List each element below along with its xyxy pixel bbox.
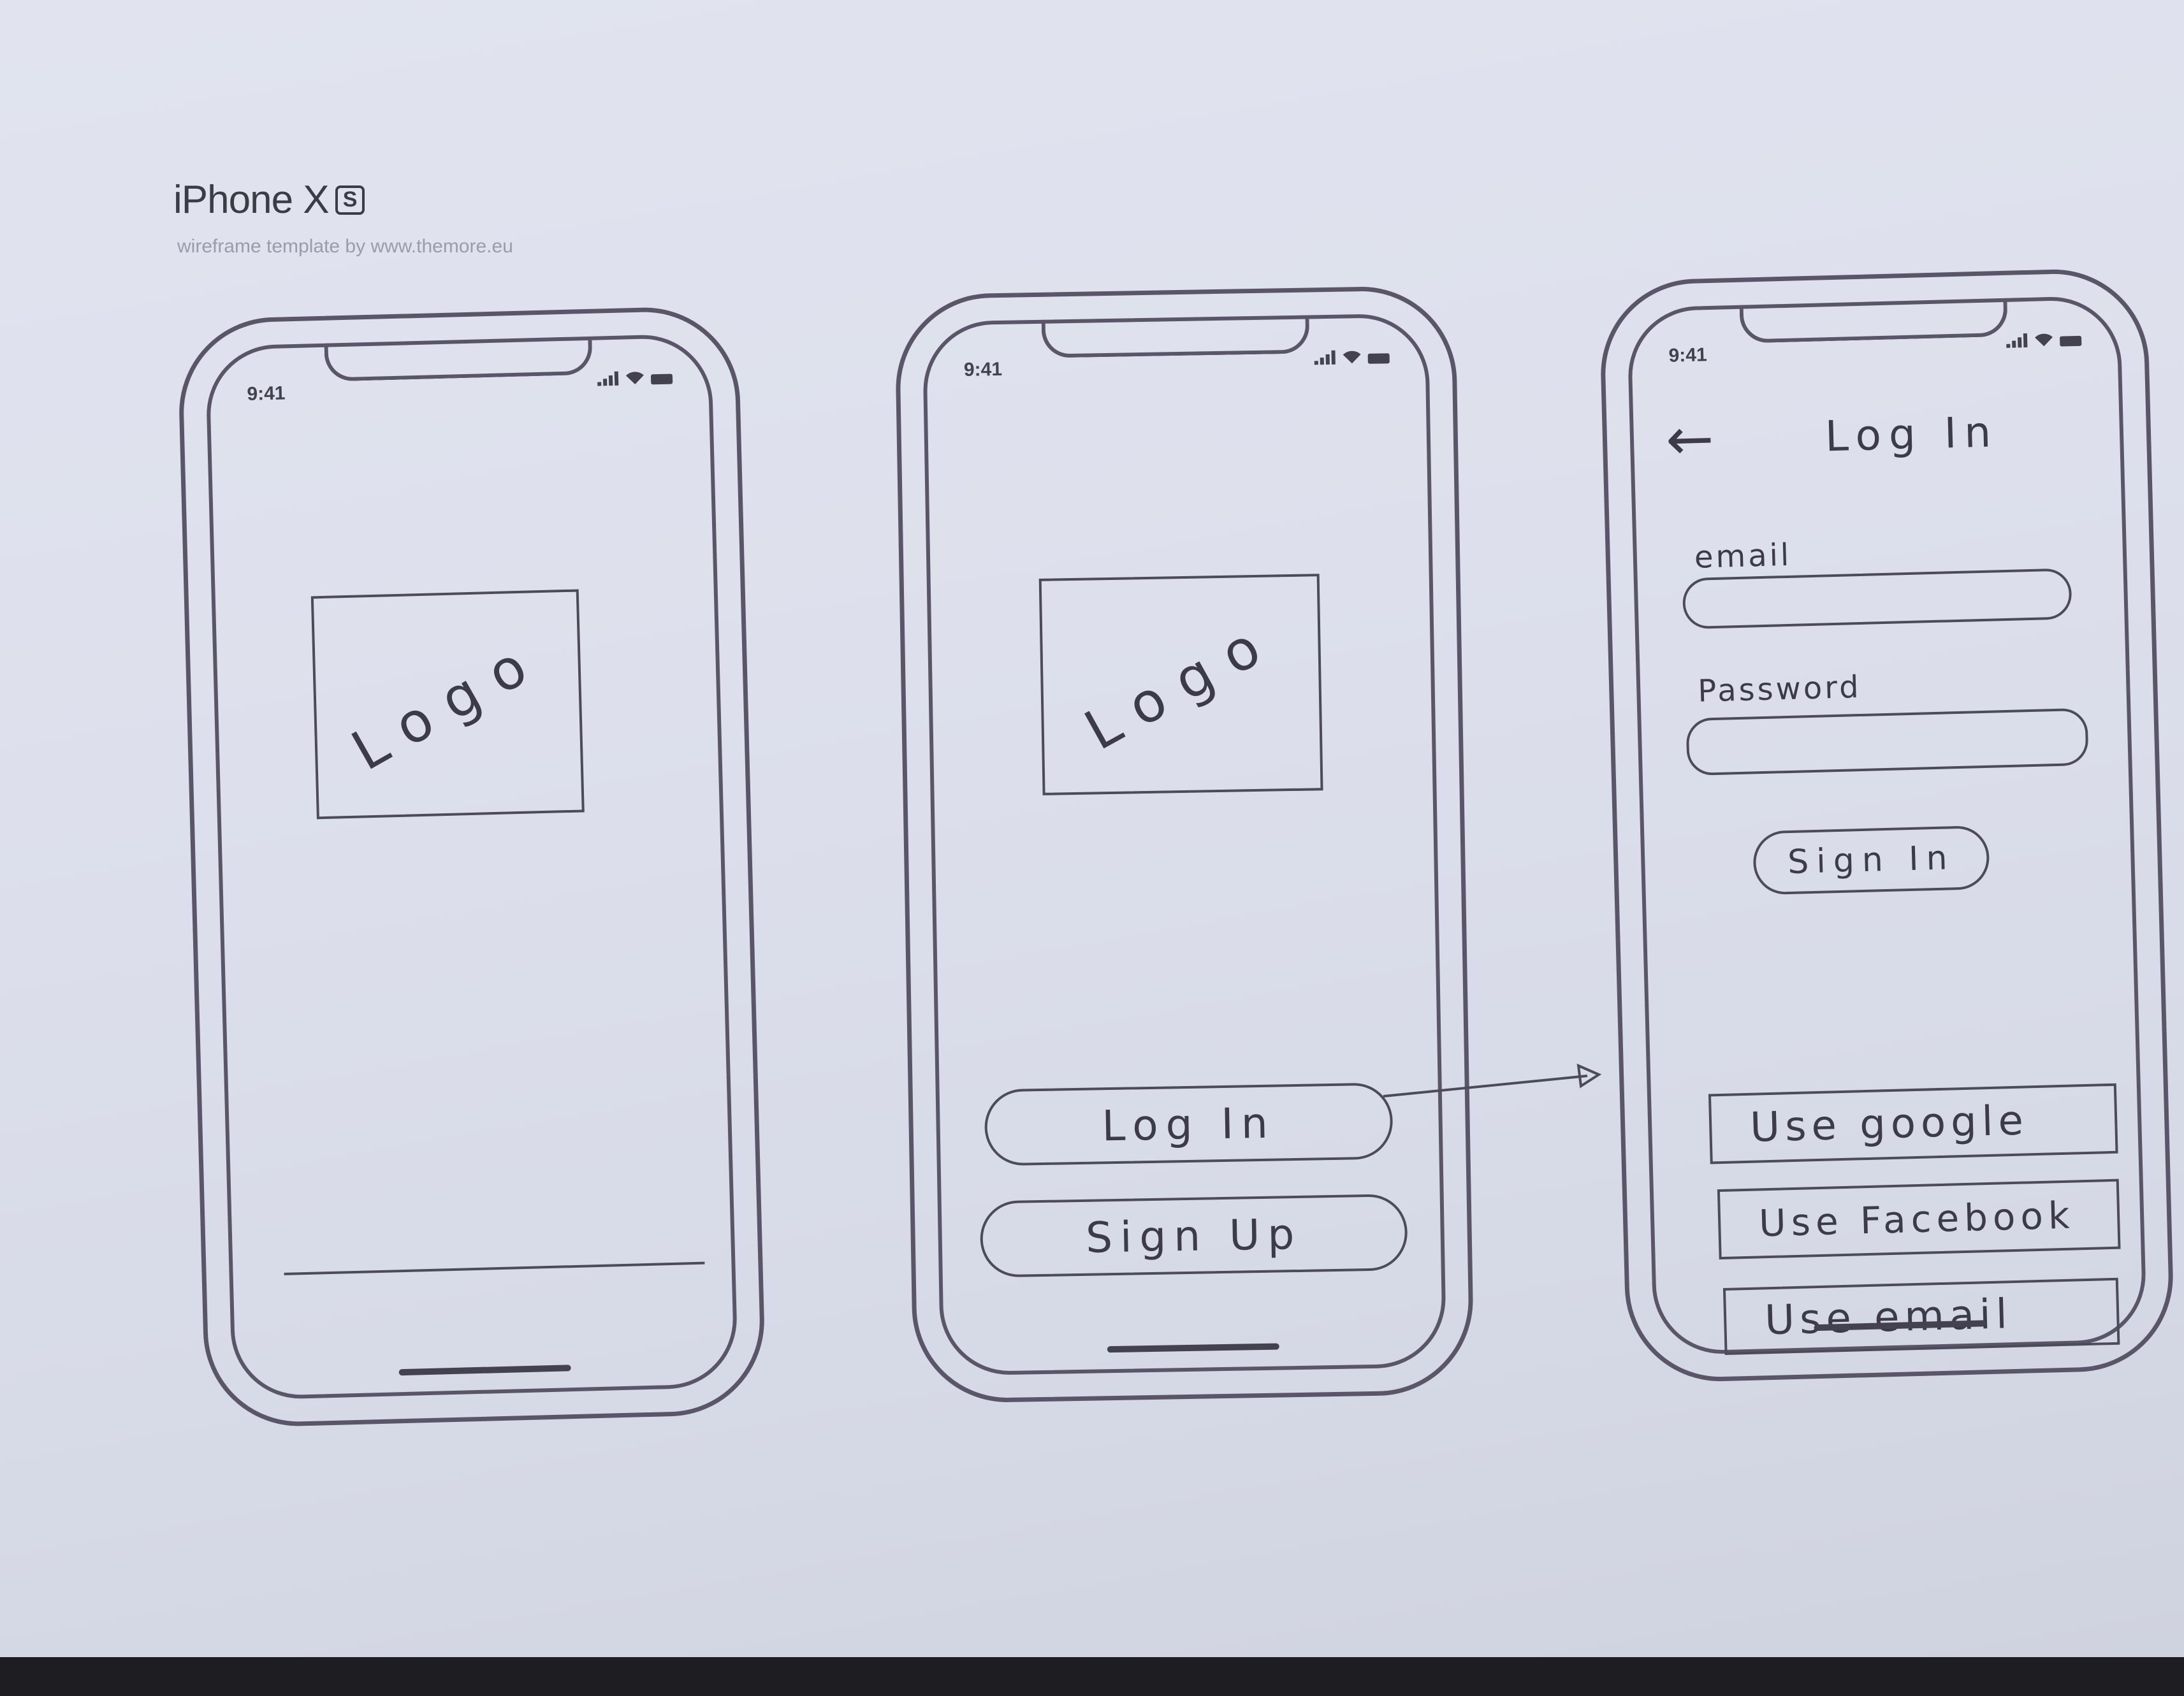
back-arrow-icon[interactable]: ← bbox=[1665, 405, 1715, 474]
phone-frame-3: 9:41 ← Log In email Password Sign In Use… bbox=[1598, 267, 2176, 1384]
logo-text: Logo bbox=[341, 625, 554, 783]
phone-screen-2: 9:41 Logo Log In Sign Up bbox=[922, 313, 1447, 1376]
signin-button[interactable]: Sign In bbox=[1752, 825, 1990, 895]
battery-icon bbox=[2060, 335, 2082, 347]
signal-icon bbox=[2006, 333, 2028, 348]
signup-button[interactable]: Sign Up bbox=[979, 1193, 1408, 1278]
status-icons bbox=[2006, 332, 2082, 348]
phone-frame-1: 9:41 Logo bbox=[177, 305, 767, 1429]
template-title: iPhone X S bbox=[173, 177, 365, 222]
signal-icon bbox=[1314, 350, 1336, 365]
status-icons bbox=[597, 370, 673, 386]
divider-line bbox=[284, 1261, 705, 1275]
template-title-text: iPhone X bbox=[173, 178, 330, 222]
notch bbox=[1041, 315, 1310, 358]
wifi-icon bbox=[1343, 350, 1362, 365]
email-label: email bbox=[1694, 537, 1792, 576]
home-indicator[interactable] bbox=[1107, 1343, 1279, 1353]
login-button[interactable]: Log In bbox=[984, 1082, 1394, 1166]
use-facebook-button[interactable]: Use Facebook bbox=[1717, 1178, 2121, 1260]
password-label: Password bbox=[1697, 669, 1862, 709]
status-time: 9:41 bbox=[963, 358, 1003, 381]
wifi-icon bbox=[625, 371, 645, 386]
battery-icon bbox=[1367, 353, 1390, 364]
phone-frame-2: 9:41 Logo Log In Sign Up bbox=[894, 285, 1475, 1404]
screen-title: Log In bbox=[1824, 407, 2000, 461]
notch bbox=[324, 336, 593, 382]
notch bbox=[1739, 298, 2008, 344]
signal-icon bbox=[597, 371, 620, 386]
logo-text: Logo bbox=[1074, 606, 1288, 763]
s-badge: S bbox=[335, 185, 365, 215]
wifi-icon bbox=[2034, 333, 2054, 347]
phone-screen-3: 9:41 ← Log In email Password Sign In Use… bbox=[1626, 295, 2148, 1356]
flow-arrow bbox=[1383, 1063, 1602, 1098]
use-email-button[interactable]: Use email bbox=[1722, 1277, 2120, 1355]
email-field[interactable] bbox=[1682, 568, 2072, 630]
template-subtitle: wireframe template by www.themore.eu bbox=[177, 236, 513, 257]
battery-icon bbox=[650, 373, 673, 385]
password-field[interactable] bbox=[1685, 707, 2089, 776]
phone-screen-1: 9:41 Logo bbox=[205, 333, 739, 1401]
use-google-button[interactable]: Use google bbox=[1708, 1083, 2118, 1164]
paper-sheet: iPhone X S wireframe template by www.the… bbox=[0, 0, 2184, 1657]
status-icons bbox=[1314, 349, 1390, 365]
logo-placeholder: Logo bbox=[310, 589, 585, 820]
status-time: 9:41 bbox=[247, 382, 286, 405]
status-time: 9:41 bbox=[1668, 344, 1708, 366]
logo-placeholder: Logo bbox=[1038, 574, 1323, 795]
home-indicator[interactable] bbox=[398, 1365, 571, 1376]
